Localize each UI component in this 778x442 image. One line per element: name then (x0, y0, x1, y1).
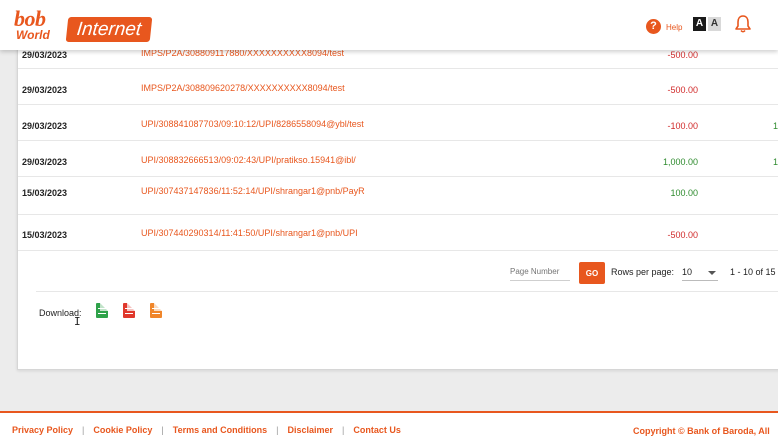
transaction-description[interactable]: UPI/307440290314/11:41:50/UPI/shrangar1@… (141, 227, 371, 239)
bell-icon[interactable] (733, 14, 753, 34)
page-number-input[interactable] (510, 263, 570, 281)
footer-separator: | (341, 425, 345, 435)
copyright-text: Copyright © Bank of Baroda, All (633, 426, 770, 436)
transaction-amount: 100.00 (670, 188, 698, 198)
logo-internet-text: Internet (65, 17, 153, 42)
footer-link[interactable]: Privacy Policy (12, 425, 73, 435)
chevron-down-icon (708, 271, 716, 275)
font-size-large-button[interactable]: A (693, 17, 706, 31)
logo-world-text: World (16, 28, 50, 42)
footer-link[interactable]: Terms and Conditions (173, 425, 267, 435)
transaction-date: 29/03/2023 (22, 121, 68, 131)
table-row: 29/03/2023 IMPS/P2A/308809620278/XXXXXXXX… (18, 69, 778, 105)
footer-separator: | (82, 425, 85, 435)
page-footer: Privacy Policy | Cookie Policy | Terms and C… (0, 411, 778, 442)
transaction-date: 29/03/2023 (22, 157, 68, 167)
transaction-description[interactable]: UPI/308832666513/09:02:43/UPI/pratikso.1… (141, 154, 371, 166)
transaction-amount: -500.00 (667, 50, 698, 60)
footer-separator: | (161, 425, 164, 435)
transaction-amount: -500.00 (667, 230, 698, 240)
help-button[interactable]: ? Help (646, 16, 682, 36)
rows-per-page-value: 10 (682, 267, 693, 277)
transaction-date: 15/03/2023 (22, 230, 68, 240)
table-row: 29/03/2023 UPI/308841087703/09:10:12/UPI/… (18, 105, 778, 141)
transactions-panel: 29/03/2023 IMPS/P2A/308809117880/XXXXXXXX… (17, 0, 778, 370)
footer-link[interactable]: Contact Us (353, 425, 401, 435)
footer-separator: | (276, 425, 279, 435)
table-row: 15/03/2023 UPI/307437147836/11:52:14/UPI/… (18, 177, 778, 215)
transaction-amount: -500.00 (667, 85, 698, 95)
question-icon: ? (646, 18, 661, 34)
footer-links: Privacy Policy | Cookie Policy | Terms and C… (12, 425, 401, 435)
help-label: Help (666, 23, 683, 32)
transaction-description[interactable]: UPI/307437147836/11:52:14/UPI/shrangar1@… (141, 185, 371, 197)
footer-link[interactable]: Disclaimer (287, 425, 333, 435)
text-cursor-icon: I (74, 315, 81, 328)
pagination-range: 1 - 10 of 15 (730, 267, 776, 277)
table-row: 29/03/2023 UPI/308832666513/09:02:43/UPI/… (18, 141, 778, 177)
transaction-amount: 1,000.00 (662, 157, 698, 167)
transaction-date: 29/03/2023 (22, 50, 68, 60)
rows-per-page-label: Rows per page: (611, 267, 675, 277)
table-row: 15/03/2023 UPI/307440290314/11:41:50/UPI/… (18, 215, 778, 251)
document-download-icon[interactable] (150, 303, 162, 318)
pager-divider (36, 291, 778, 292)
transaction-description[interactable]: IMPS/P2A/308809620278/XXXXXXXXXX8094/tes… (141, 82, 371, 94)
transaction-date: 15/03/2023 (22, 188, 68, 198)
rows-per-page-select[interactable]: 10 (682, 263, 718, 281)
app-header: bob World Internet ? Help A A (0, 0, 778, 50)
transaction-balance: 1 (773, 121, 778, 131)
bob-world-internet-logo[interactable]: bob World Internet (12, 6, 157, 46)
excel-download-icon[interactable] (96, 303, 108, 318)
font-size-small-button[interactable]: A (708, 17, 721, 31)
transaction-balance: 1 (773, 157, 778, 167)
footer-link[interactable]: Cookie Policy (93, 425, 152, 435)
transaction-description[interactable]: UPI/308841087703/09:10:12/UPI/8286558094… (141, 118, 371, 130)
transaction-amount: -100.00 (667, 121, 698, 131)
go-button[interactable]: GO (579, 262, 605, 284)
transaction-date: 29/03/2023 (22, 85, 68, 95)
pdf-download-icon[interactable] (123, 303, 135, 318)
